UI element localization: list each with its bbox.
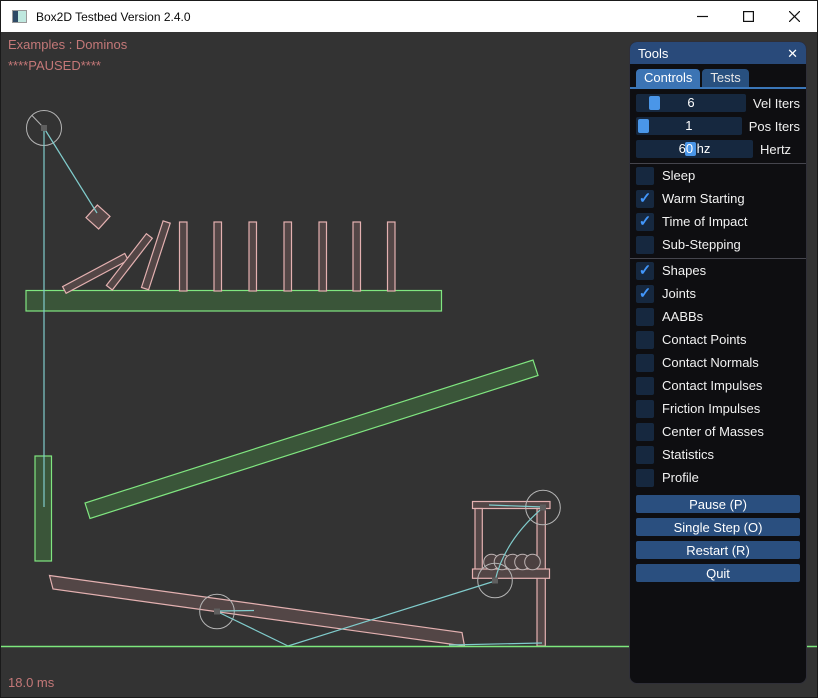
titlebar: Box2D Testbed Version 2.4.0 <box>1 1 817 32</box>
checkbox-friction-impulses[interactable]: ✓ Friction Impulses <box>630 397 806 420</box>
pendulum-bob[interactable] <box>86 205 110 229</box>
checkbox-box[interactable]: ✓ <box>636 400 654 418</box>
tools-panel-titlebar[interactable]: Tools ✕ <box>630 42 806 64</box>
window-title: Box2D Testbed Version 2.4.0 <box>36 10 191 24</box>
domino-platform <box>26 291 442 312</box>
check-icon: ✓ <box>639 214 652 229</box>
tab-tests[interactable]: Tests <box>702 69 748 87</box>
slider-label: Vel Iters <box>753 96 800 111</box>
maximize-icon <box>743 11 754 22</box>
domino-upright[interactable] <box>353 222 361 291</box>
paused-indicator: ****PAUSED**** <box>8 58 101 73</box>
checkbox-box[interactable]: ✓ <box>636 446 654 464</box>
simulation-canvas[interactable]: Examples : Dominos ****PAUSED**** 18.0 m… <box>1 32 818 698</box>
green-pillar <box>35 456 52 561</box>
checkbox-box[interactable]: ✓ <box>636 377 654 395</box>
example-title: Examples : Dominos <box>8 37 127 52</box>
checkbox-sleep[interactable]: ✓ Sleep <box>630 164 806 187</box>
domino-fallen[interactable] <box>141 221 170 290</box>
app-window: Box2D Testbed Version 2.4.0 <box>0 0 818 698</box>
restart-button[interactable]: Restart (R) <box>636 541 800 559</box>
slider-value: 60 hz <box>636 141 753 156</box>
check-icon: ✓ <box>639 263 652 278</box>
checkbox-contact-impulses[interactable]: ✓ Contact Impulses <box>630 374 806 397</box>
ball[interactable] <box>525 554 541 570</box>
tab-controls[interactable]: Controls <box>636 69 700 87</box>
quit-button[interactable]: Quit <box>636 564 800 582</box>
checkbox-sub-stepping[interactable]: ✓ Sub-Stepping <box>630 233 806 256</box>
checkbox-contact-normals[interactable]: ✓ Contact Normals <box>630 351 806 374</box>
pause-button[interactable]: Pause (P) <box>636 495 800 513</box>
slider-row-pos-iters: 1 Pos Iters <box>636 117 800 135</box>
slider-label: Pos Iters <box>749 119 800 134</box>
domino-upright[interactable] <box>214 222 222 291</box>
checkbox-time-of-impact[interactable]: ✓ Time of Impact <box>630 210 806 233</box>
frame-left-leg[interactable] <box>475 509 482 570</box>
slider-value: 1 <box>636 118 742 133</box>
slider-row-hertz: 60 hz Hertz <box>636 140 800 158</box>
checkbox-box[interactable]: ✓ <box>636 423 654 441</box>
green-ramp <box>85 360 538 519</box>
hertz-slider[interactable]: 60 hz <box>636 140 753 158</box>
checkbox-box[interactable]: ✓ <box>636 262 654 280</box>
checkbox-contact-points[interactable]: ✓ Contact Points <box>630 328 806 351</box>
body-marker <box>41 125 47 131</box>
joint-line <box>218 611 254 612</box>
slider-label: Hertz <box>760 142 791 157</box>
joint-line <box>44 128 97 213</box>
body-marker <box>492 578 498 584</box>
domino-upright[interactable] <box>388 222 396 291</box>
tab-underline <box>630 87 806 89</box>
domino-upright[interactable] <box>319 222 327 291</box>
minimize-icon <box>697 11 708 22</box>
checkbox-box[interactable]: ✓ <box>636 213 654 231</box>
frame-top-bar[interactable] <box>473 502 551 509</box>
close-icon <box>789 11 800 22</box>
checkbox-aabbs[interactable]: ✓ AABBs <box>630 305 806 328</box>
checkbox-box[interactable]: ✓ <box>636 331 654 349</box>
checkbox-joints[interactable]: ✓ Joints <box>630 282 806 305</box>
checkbox-statistics[interactable]: ✓ Statistics <box>630 443 806 466</box>
tools-panel-title: Tools <box>638 46 668 61</box>
vel-iters-slider[interactable]: 6 <box>636 94 746 112</box>
checkbox-profile[interactable]: ✓ Profile <box>630 466 806 489</box>
checkbox-shapes[interactable]: ✓ Shapes <box>630 259 806 282</box>
dominoes <box>63 221 395 293</box>
slider-value: 6 <box>636 95 746 110</box>
app-icon <box>12 10 27 23</box>
minimize-button[interactable] <box>679 1 725 32</box>
tab-bar: Controls Tests <box>630 64 806 87</box>
domino-upright[interactable] <box>249 222 257 291</box>
check-icon: ✓ <box>639 191 652 206</box>
pos-iters-slider[interactable]: 1 <box>636 117 742 135</box>
check-icon: ✓ <box>639 286 652 301</box>
body-marker <box>214 609 220 615</box>
checkbox-box[interactable]: ✓ <box>636 236 654 254</box>
checkbox-box[interactable]: ✓ <box>636 190 654 208</box>
domino-upright[interactable] <box>180 222 188 291</box>
checkbox-box[interactable]: ✓ <box>636 354 654 372</box>
frame-time: 18.0 ms <box>8 675 54 690</box>
checkbox-box[interactable]: ✓ <box>636 167 654 185</box>
slider-row-vel-iters: 6 Vel Iters <box>636 94 800 112</box>
checkbox-box[interactable]: ✓ <box>636 308 654 326</box>
tools-panel: Tools ✕ Controls Tests 6 Vel Iters 1 <box>629 41 807 684</box>
single-step-button[interactable]: Single Step (O) <box>636 518 800 536</box>
maximize-button[interactable] <box>725 1 771 32</box>
panel-close-icon[interactable]: ✕ <box>787 47 798 60</box>
body-marker <box>540 505 546 511</box>
checkbox-box[interactable]: ✓ <box>636 285 654 303</box>
checkbox-box[interactable]: ✓ <box>636 469 654 487</box>
shelf-balls <box>484 554 541 570</box>
checkbox-center-of-masses[interactable]: ✓ Center of Masses <box>630 420 806 443</box>
close-button[interactable] <box>771 1 817 32</box>
checkbox-warm-starting[interactable]: ✓ Warm Starting <box>630 187 806 210</box>
domino-upright[interactable] <box>284 222 292 291</box>
